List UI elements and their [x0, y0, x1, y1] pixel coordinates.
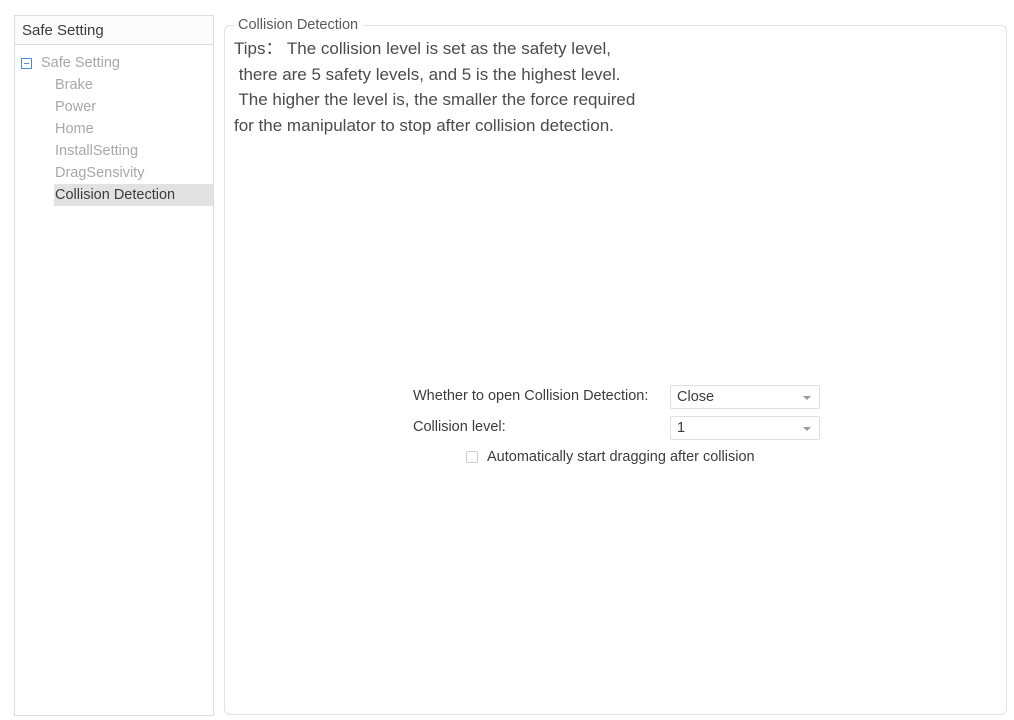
- enable-collision-detection-value: Close: [677, 389, 715, 405]
- auto-drag-checkbox-row[interactable]: Automatically start dragging after colli…: [466, 449, 755, 465]
- tree-item-label: DragSensivity: [55, 165, 145, 181]
- collision-level-select[interactable]: 1: [670, 416, 820, 440]
- collision-level-row: Collision level: 1: [413, 416, 833, 447]
- auto-drag-checkbox-label: Automatically start dragging after colli…: [487, 449, 755, 465]
- minus-box-icon[interactable]: [21, 57, 32, 69]
- enable-collision-detection-select[interactable]: Close: [670, 385, 820, 409]
- tree-panel-body[interactable]: Safe Setting Brake Power Home InstallSet…: [14, 45, 214, 716]
- chevron-down-icon[interactable]: [803, 396, 811, 400]
- tree-item-label: Home: [55, 121, 94, 137]
- collision-level-value: 1: [677, 420, 686, 436]
- chevron-down-icon[interactable]: [803, 427, 811, 431]
- tree-item-installsetting[interactable]: InstallSetting: [15, 140, 213, 162]
- tips-text: Tips： The collision level is set as the …: [234, 39, 636, 135]
- collision-detection-form: Whether to open Collision Detection: Clo…: [413, 385, 833, 465]
- tree-item-root-label: Safe Setting: [41, 55, 120, 71]
- tree-item-label: InstallSetting: [55, 143, 139, 159]
- enable-collision-detection-label: Whether to open Collision Detection:: [413, 388, 649, 404]
- tree-item-safe-setting-root[interactable]: Safe Setting: [15, 52, 213, 74]
- enable-collision-detection-row: Whether to open Collision Detection: Clo…: [413, 385, 833, 416]
- checkbox-unchecked-icon[interactable]: [466, 451, 478, 463]
- tree-item-brake[interactable]: Brake: [15, 74, 213, 96]
- tree-item-collision-detection[interactable]: Collision Detection: [54, 184, 213, 206]
- safe-setting-tree-panel: Safe Setting Safe Setting Brake Power Ho…: [14, 15, 214, 716]
- tree-item-dragsensivity[interactable]: DragSensivity: [15, 162, 213, 184]
- tree-item-label: Collision Detection: [55, 187, 176, 203]
- tree-item-power[interactable]: Power: [15, 96, 213, 118]
- collision-level-label: Collision level:: [413, 419, 506, 435]
- tree-item-label: Power: [55, 99, 97, 115]
- tree-item-home[interactable]: Home: [15, 118, 213, 140]
- tree-panel-header: Safe Setting: [14, 15, 214, 45]
- tree-item-label: Brake: [55, 77, 93, 93]
- groupbox-title: Collision Detection: [234, 16, 364, 34]
- tree-panel-header-label: Safe Setting: [22, 21, 104, 39]
